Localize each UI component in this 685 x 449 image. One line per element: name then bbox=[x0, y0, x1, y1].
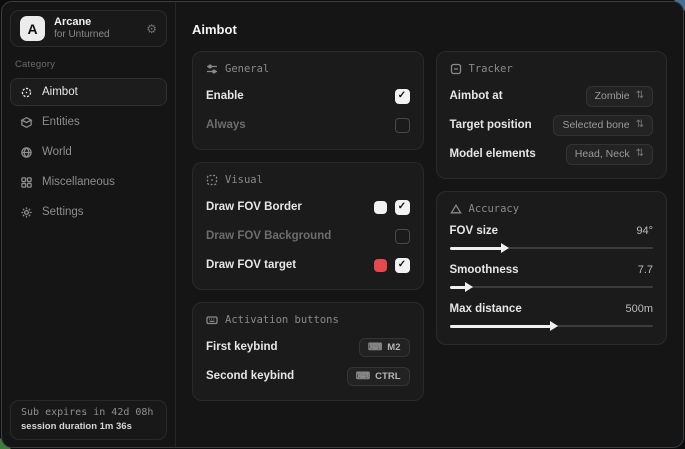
model-elements-select[interactable]: Head, Neck ⇅ bbox=[566, 144, 653, 165]
card-title: Visual bbox=[225, 174, 263, 186]
target-position-select[interactable]: Selected bone ⇅ bbox=[553, 115, 653, 136]
fov-size-slider[interactable] bbox=[450, 243, 654, 253]
sidebar-item-label: Aimbot bbox=[42, 86, 78, 98]
setting-row: Always bbox=[206, 114, 410, 136]
sliders-icon bbox=[206, 63, 218, 75]
sidebar-item-label: Entities bbox=[42, 116, 80, 128]
sidebar-item-aimbot[interactable]: Aimbot bbox=[10, 78, 167, 106]
app-window: A Arcane for Unturned ⚙ Category Aimbot … bbox=[1, 1, 684, 448]
slider-row: FOV size 94° bbox=[450, 225, 654, 253]
sidebar-nav: Aimbot Entities World Miscellaneous bbox=[10, 78, 167, 226]
app-logo: A bbox=[20, 16, 45, 41]
activation-card: Activation buttons First keybind ⌨ M2 Se… bbox=[192, 302, 424, 401]
sidebar-item-world[interactable]: World bbox=[10, 138, 167, 166]
slider-row: Smoothness 7.7 bbox=[450, 264, 654, 292]
aimbot-at-select[interactable]: Zombie ⇅ bbox=[586, 86, 653, 107]
sub-expiry-text: Sub expires in 42d 08h bbox=[21, 407, 156, 418]
smoothness-slider[interactable] bbox=[450, 282, 654, 292]
setting-row: Aimbot at Zombie ⇅ bbox=[450, 85, 654, 107]
keyboard-icon bbox=[206, 314, 218, 326]
enable-checkbox[interactable]: ✓ bbox=[395, 89, 410, 104]
slider-thumb[interactable] bbox=[550, 321, 558, 331]
sidebar-item-entities[interactable]: Entities bbox=[10, 108, 167, 136]
tracker-icon bbox=[450, 63, 462, 75]
triangle-icon bbox=[450, 203, 462, 215]
first-keybind-button[interactable]: ⌨ M2 bbox=[359, 338, 410, 357]
fov-target-color-swatch[interactable] bbox=[374, 259, 387, 272]
setting-row: First keybind ⌨ M2 bbox=[206, 336, 410, 358]
sidebar-item-label: World bbox=[42, 146, 72, 158]
keyboard-icon: ⌨ bbox=[368, 342, 382, 353]
max-distance-value: 500m bbox=[625, 303, 653, 315]
setting-row: Target position Selected bone ⇅ bbox=[450, 114, 654, 136]
app-name: Arcane bbox=[54, 16, 137, 29]
fov-square-icon bbox=[206, 174, 218, 186]
app-subtitle: for Unturned bbox=[54, 29, 137, 41]
setting-row: Second keybind ⌨ CTRL bbox=[206, 365, 410, 387]
setting-row: Enable ✓ bbox=[206, 85, 410, 107]
card-title: Activation buttons bbox=[225, 314, 339, 326]
second-keybind-button[interactable]: ⌨ CTRL bbox=[347, 367, 410, 386]
general-card: General Enable ✓ Always bbox=[192, 51, 424, 150]
setting-row: Draw FOV target ✓ bbox=[206, 254, 410, 276]
unfold-icon: ⇅ bbox=[636, 90, 644, 101]
setting-row: Draw FOV Border ✓ bbox=[206, 196, 410, 218]
session-duration-text: session duration 1m 36s bbox=[21, 421, 156, 432]
fov-target-checkbox[interactable]: ✓ bbox=[395, 258, 410, 273]
subscription-info: Sub expires in 42d 08h session duration … bbox=[10, 400, 167, 440]
visual-card: Visual Draw FOV Border ✓ Draw FOV Backgr… bbox=[192, 162, 424, 290]
sidebar-item-miscellaneous[interactable]: Miscellaneous bbox=[10, 168, 167, 196]
gear-icon bbox=[20, 206, 33, 219]
unfold-icon: ⇅ bbox=[636, 119, 644, 130]
unfold-icon: ⇅ bbox=[636, 148, 644, 159]
fov-border-checkbox[interactable]: ✓ bbox=[395, 200, 410, 215]
slider-row: Max distance 500m bbox=[450, 303, 654, 331]
slider-thumb[interactable] bbox=[501, 243, 509, 253]
always-checkbox[interactable] bbox=[395, 118, 410, 133]
smoothness-value: 7.7 bbox=[638, 264, 653, 276]
entities-icon bbox=[20, 116, 33, 129]
sidebar-item-label: Miscellaneous bbox=[42, 176, 115, 188]
fov-size-value: 94° bbox=[636, 225, 653, 237]
card-title: Tracker bbox=[469, 63, 513, 75]
fov-border-color-swatch[interactable] bbox=[374, 201, 387, 214]
page-title: Aimbot bbox=[192, 22, 667, 37]
category-label: Category bbox=[15, 59, 163, 70]
sidebar: A Arcane for Unturned ⚙ Category Aimbot … bbox=[2, 2, 176, 447]
sidebar-item-settings[interactable]: Settings bbox=[10, 198, 167, 226]
setting-row: Draw FOV Background bbox=[206, 225, 410, 247]
slider-thumb[interactable] bbox=[465, 282, 473, 292]
tracker-card: Tracker Aimbot at Zombie ⇅ Target positi… bbox=[436, 51, 668, 179]
gear-icon[interactable]: ⚙ bbox=[146, 22, 157, 36]
sidebar-item-label: Settings bbox=[42, 206, 84, 218]
main-content: Aimbot General Enable ✓ bbox=[176, 2, 683, 447]
setting-row: Model elements Head, Neck ⇅ bbox=[450, 143, 654, 165]
accuracy-card: Accuracy FOV size 94° bbox=[436, 191, 668, 345]
globe-icon bbox=[20, 146, 33, 159]
grid-icon bbox=[20, 176, 33, 189]
crosshair-icon bbox=[20, 86, 33, 99]
brand-card: A Arcane for Unturned ⚙ bbox=[10, 10, 167, 47]
keyboard-icon: ⌨ bbox=[356, 371, 370, 382]
max-distance-slider[interactable] bbox=[450, 321, 654, 331]
card-title: General bbox=[225, 63, 269, 75]
fov-background-checkbox[interactable] bbox=[395, 229, 410, 244]
card-title: Accuracy bbox=[469, 203, 520, 215]
